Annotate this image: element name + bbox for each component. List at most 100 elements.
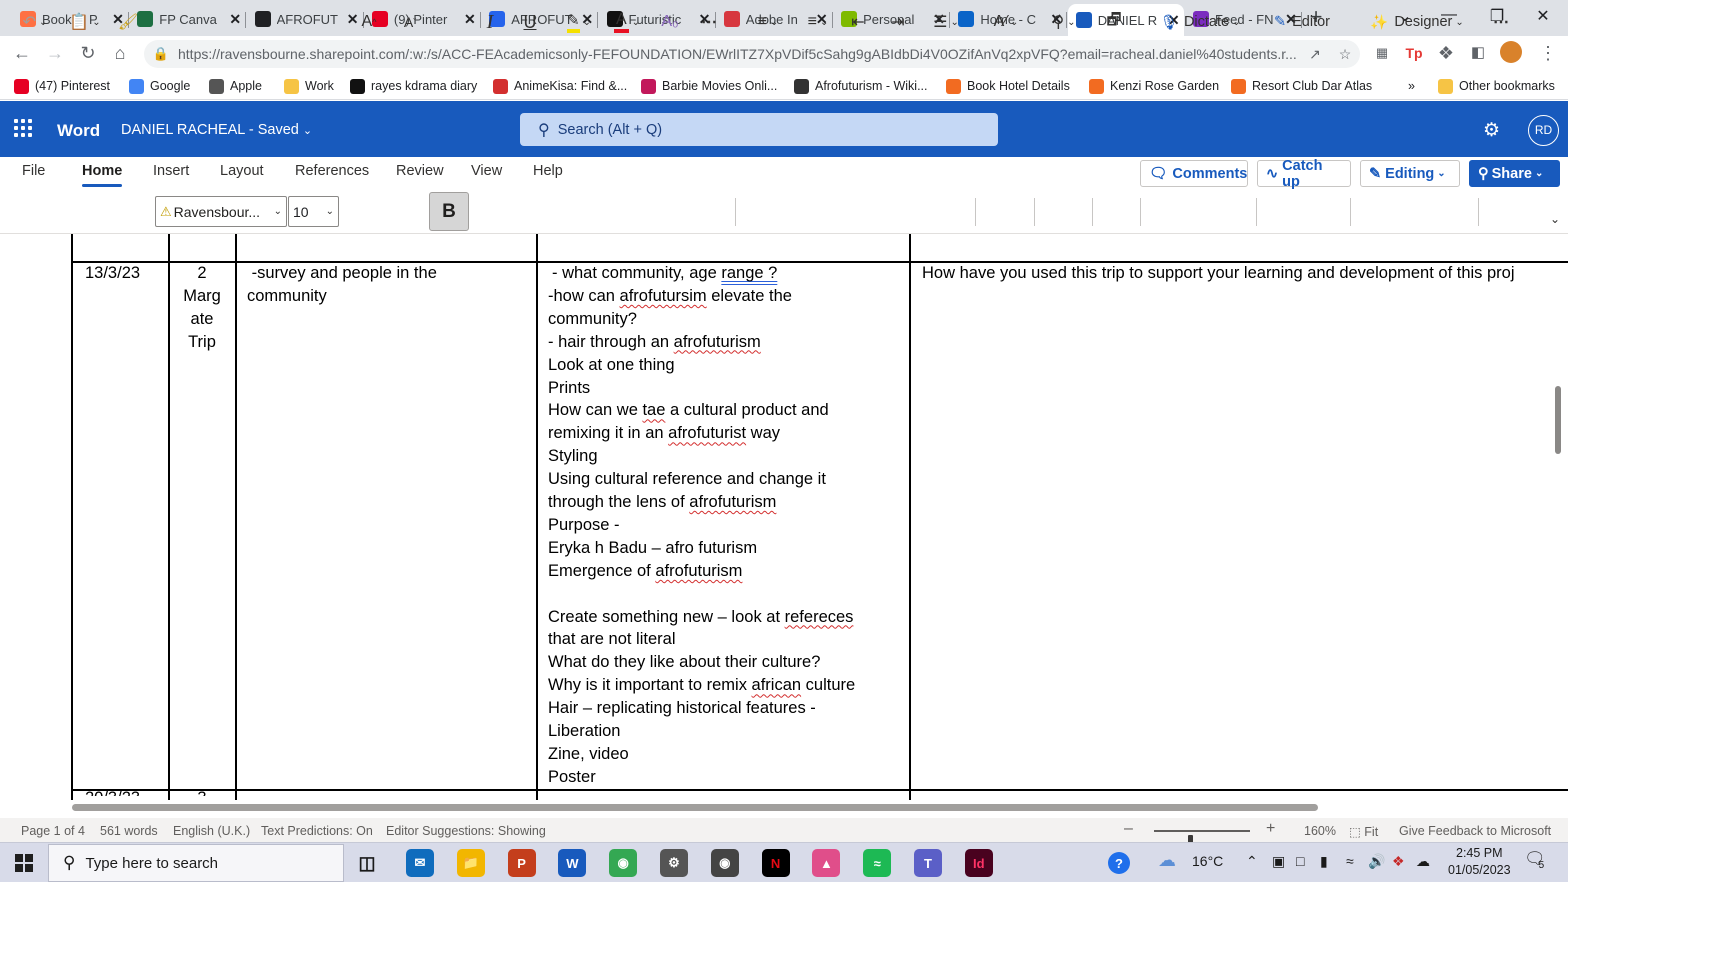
reuse-files-icon[interactable]: 🗗 (1102, 9, 1126, 35)
vertical-scrollbar[interactable] (1555, 386, 1561, 454)
mail-app-icon[interactable]: ✉ (406, 849, 434, 877)
dropbox-icon[interactable]: ❖ (1392, 853, 1405, 870)
zoom-out-button[interactable]: – (1124, 820, 1133, 838)
dictate-button[interactable]: 🎙 Dictate ⌄ (1150, 9, 1250, 35)
tray-chevron-up-icon[interactable]: ⌃ (1246, 853, 1258, 870)
other-bookmarks-folder[interactable]: Other bookmarks (1438, 77, 1555, 95)
feedback-link[interactable]: Give Feedback to Microsoft (1399, 824, 1551, 838)
extensions-puzzle-icon[interactable]: ❖ (1434, 41, 1458, 65)
bookmark-item[interactable]: Google (129, 77, 190, 95)
browser-tab[interactable]: AFROFUT ✕ (247, 4, 364, 34)
table-cell-activity[interactable]: -survey and people in the community (247, 262, 533, 308)
browser-menu-icon[interactable]: ⋮ (1536, 41, 1560, 65)
styles-icon[interactable]: A∕ ⌄ (986, 9, 1026, 35)
zoom-in-button[interactable]: + (1266, 820, 1275, 838)
netflix-icon[interactable]: N (761, 849, 790, 877)
back-arrow-icon[interactable]: ← (10, 41, 34, 65)
page-count[interactable]: Page 1 of 4 (21, 824, 85, 838)
windows-start-icon[interactable] (15, 854, 33, 872)
volume-icon[interactable]: 🔊 (1368, 853, 1385, 870)
camera-icon[interactable]: ◉ (710, 849, 739, 877)
catch-up-button[interactable]: ∿ Catch up (1257, 158, 1351, 190)
user-avatar[interactable]: RD (1528, 115, 1559, 146)
bookmark-item[interactable]: Book Hotel Details (946, 77, 1070, 95)
align-paragraph-icon[interactable]: ☰ ⌄ (926, 9, 966, 35)
numbered-list-icon[interactable]: ≡ ⌄ (798, 9, 838, 35)
bold-button[interactable]: B (429, 192, 469, 231)
paste-clipboard-icon[interactable]: 📋 ⌄ (66, 9, 104, 35)
grow-font-icon[interactable]: A ^ (356, 9, 382, 35)
shrink-font-icon[interactable]: Aˇ (397, 9, 423, 35)
tray-app-icon[interactable]: ▣ (1272, 853, 1285, 870)
font-color-button[interactable]: A ⌄ (608, 9, 646, 35)
table-cell-notes[interactable]: - what community, age range ? -how can af… (548, 262, 908, 789)
extension-tp-icon[interactable]: Tp (1402, 41, 1426, 65)
more-bookmarks-button[interactable]: » (1408, 77, 1415, 95)
increase-indent-icon[interactable]: ⇥ (886, 9, 910, 35)
search-input[interactable]: ⚲ Search (Alt + Q) (520, 113, 998, 146)
document-canvas[interactable]: 13/3/23 2 Marg ate Trip -survey and people … (0, 234, 1568, 800)
find-icon[interactable]: ⚲ ⌄ (1044, 9, 1084, 35)
decrease-indent-icon[interactable]: ⇤ (846, 9, 870, 35)
bookmark-star-icon[interactable]: ☆ (1330, 46, 1360, 63)
powerpoint-icon[interactable]: P (507, 849, 536, 877)
settings-gear-icon[interactable]: ⚙ (1483, 119, 1500, 142)
bookmark-item[interactable]: (47) Pinterest (14, 77, 110, 95)
underline-button[interactable]: U (518, 9, 542, 35)
zoom-level[interactable]: 160% (1304, 824, 1336, 838)
notifications-icon[interactable]: 🗨5 (1524, 849, 1551, 871)
zoom-slider[interactable] (1154, 830, 1250, 850)
ribbon-tab-references[interactable]: References (295, 163, 369, 179)
extension-translate-icon[interactable]: ▦ (1370, 41, 1394, 65)
ribbon-tab-insert[interactable]: Insert (153, 163, 189, 179)
font-size-select[interactable]: 10 ⌄ (288, 196, 339, 227)
close-tab-icon[interactable]: ✕ (460, 11, 480, 28)
clock[interactable]: 2:45 PM 01/05/2023 (1448, 845, 1511, 879)
fit-button[interactable]: ⬚ Fit (1349, 824, 1378, 839)
ribbon-tab-file[interactable]: File (22, 163, 45, 179)
editing-mode-button[interactable]: ✎ Editing ⌄ (1360, 160, 1460, 187)
bookmark-item[interactable]: Afrofuturism - Wiki... (794, 77, 928, 95)
profile-avatar[interactable] (1500, 41, 1522, 63)
bullet-list-icon[interactable]: ≡ ⌄ (748, 9, 788, 35)
table-cell-date[interactable]: 13/3/23 (85, 262, 140, 285)
table-cell-session-next[interactable]: 3 (169, 786, 235, 796)
browser-tab[interactable]: FP Canva ✕ (129, 4, 247, 34)
more-font-options-icon[interactable]: ⋯ (697, 9, 721, 35)
indesign-icon[interactable]: Id (964, 849, 993, 877)
bookmark-item[interactable]: rayes kdrama diary (350, 77, 477, 95)
editor-button[interactable]: ✎ Editor (1264, 9, 1340, 35)
designer-button[interactable]: ✨ Designer ⌄ (1362, 9, 1472, 35)
wifi-icon[interactable]: ≈ (1346, 853, 1354, 869)
document-title[interactable]: DANIEL RACHEAL - Saved ⌄ (121, 122, 312, 138)
bookmark-item[interactable]: Apple (209, 77, 262, 95)
address-bar[interactable]: 🔒 https://ravensbourne.sharepoint.com/:w… (144, 40, 1360, 68)
highlight-color-button[interactable]: ✎ ⌄ (560, 9, 598, 35)
tray-display-icon[interactable]: □ (1296, 853, 1304, 869)
ribbon-expand-chevron-icon[interactable]: ⌄ (1546, 206, 1564, 232)
chrome-icon[interactable]: ◉ (609, 849, 638, 877)
bookmark-item[interactable]: Barbie Movies Onli... (641, 77, 777, 95)
close-tab-icon[interactable]: ✕ (225, 11, 245, 28)
ribbon-tab-layout[interactable]: Layout (220, 163, 264, 179)
word-count[interactable]: 561 words (100, 824, 158, 838)
horizontal-scrollbar[interactable] (72, 804, 1318, 811)
file-explorer-icon[interactable]: 📁 (456, 849, 485, 877)
app-launcher-icon[interactable] (14, 119, 32, 137)
cloud-sync-icon[interactable]: ☁ (1416, 853, 1430, 870)
temperature[interactable]: 16°C (1192, 853, 1223, 869)
editor-suggestions-status[interactable]: Editor Suggestions: Showing (386, 824, 546, 838)
table-cell-session[interactable]: 2 Marg ate Trip (169, 262, 235, 354)
reload-icon[interactable]: ↻ (76, 41, 100, 65)
undo-icon[interactable]: ↶ ⌄ (16, 9, 54, 35)
table-cell-reflection[interactable]: How have you used this trip to support y… (922, 262, 1568, 285)
ribbon-tab-review[interactable]: Review (396, 163, 444, 179)
bookmark-item[interactable]: Resort Club Dar Atlas (1231, 77, 1372, 95)
forward-arrow-icon[interactable]: → (43, 41, 67, 65)
italic-button[interactable]: I (478, 9, 502, 35)
language-indicator[interactable]: English (U.K.) (173, 824, 250, 838)
teams-icon[interactable]: T (914, 849, 942, 877)
url-text[interactable]: https://ravensbourne.sharepoint.com/:w:/… (178, 46, 1300, 62)
share-button[interactable]: ⚲ Share ⌄ (1469, 160, 1560, 187)
bookmark-item[interactable]: Kenzi Rose Garden (1089, 77, 1219, 95)
